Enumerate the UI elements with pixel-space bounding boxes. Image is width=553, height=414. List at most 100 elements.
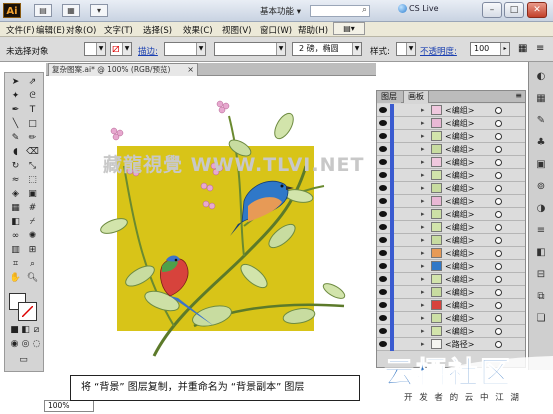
workspace-switcher[interactable]: 基本功能 ▾	[260, 5, 301, 17]
visibility-eye-icon[interactable]	[379, 328, 387, 334]
visibility-eye-icon[interactable]	[379, 185, 387, 191]
paintbrush-tool-icon[interactable]: ✎	[9, 133, 22, 144]
expand-triangle-icon[interactable]: ▸	[421, 327, 425, 335]
expand-triangle-icon[interactable]: ▸	[421, 262, 425, 270]
expand-triangle-icon[interactable]: ▸	[421, 197, 425, 205]
target-circle-icon[interactable]	[495, 315, 502, 322]
stroke-swatch[interactable]: ⧄ ▼	[110, 41, 132, 56]
visibility-eye-icon[interactable]	[379, 263, 387, 269]
pen-tool-icon[interactable]: ✒	[9, 105, 22, 116]
slice-tool-icon[interactable]: ⌗	[9, 259, 22, 270]
target-circle-icon[interactable]	[495, 263, 502, 270]
expand-triangle-icon[interactable]: ▸	[421, 275, 425, 283]
expand-triangle-icon[interactable]: ▸	[421, 171, 425, 179]
symbol-sprayer-tool-icon[interactable]: ✺	[26, 231, 39, 242]
visibility-eye-icon[interactable]	[379, 120, 387, 126]
brush-definition[interactable]: 2 磅，椭圆 ▼	[292, 42, 362, 56]
layer-row[interactable]: ▸ <编组>	[377, 208, 525, 221]
visibility-eye-icon[interactable]	[379, 133, 387, 139]
visibility-eye-icon[interactable]	[379, 211, 387, 217]
visibility-eye-icon[interactable]	[379, 315, 387, 321]
target-circle-icon[interactable]	[495, 224, 502, 231]
stroke-label[interactable]: 描边:	[138, 45, 158, 57]
shape-builder-tool-icon[interactable]: ◈	[9, 189, 22, 200]
fill-swatch[interactable]: ▼	[84, 42, 106, 56]
screen-mode-icon[interactable]: ▾	[90, 4, 108, 17]
draw-inside-icon[interactable]: ◌	[30, 339, 43, 350]
visibility-eye-icon[interactable]	[379, 276, 387, 282]
layer-row[interactable]: ▸ <编组>	[377, 182, 525, 195]
swatches-panel-icon[interactable]: ▦	[534, 92, 548, 106]
target-circle-icon[interactable]	[495, 133, 502, 140]
tab-layers[interactable]: 图层	[377, 91, 401, 103]
expand-triangle-icon[interactable]: ▸	[421, 132, 425, 140]
target-circle-icon[interactable]	[495, 328, 502, 335]
expand-triangle-icon[interactable]: ▸	[421, 249, 425, 257]
target-circle-icon[interactable]	[495, 159, 502, 166]
layer-row[interactable]: ▸ <编组>	[377, 130, 525, 143]
visibility-eye-icon[interactable]	[379, 107, 387, 113]
eyedropper-tool-icon[interactable]: ⌿	[26, 217, 39, 228]
layer-row[interactable]: ▸ <编组>	[377, 221, 525, 234]
warp-tool-icon[interactable]: ≈	[9, 175, 22, 186]
variable-width-profile[interactable]: ▼	[214, 42, 286, 56]
selection-tool-icon[interactable]: ➤	[9, 77, 22, 88]
target-circle-icon[interactable]	[495, 276, 502, 283]
expand-triangle-icon[interactable]: ▸	[421, 158, 425, 166]
magnify-tool-icon[interactable]: 🔍︎	[26, 273, 39, 284]
menu-view[interactable]: 视图(V)	[222, 24, 251, 36]
layer-row[interactable]: ▸ <编组>	[377, 234, 525, 247]
graphic-style-swatch[interactable]: ▼	[396, 42, 416, 56]
artboard-tool-icon[interactable]: ⊞	[26, 245, 39, 256]
document-tab[interactable]: 复杂图案.ai* @ 100% (RGB/预览) ×	[48, 63, 198, 76]
visibility-eye-icon[interactable]	[379, 198, 387, 204]
rotate-tool-icon[interactable]: ↻	[9, 161, 22, 172]
opacity-field[interactable]: 100 ▸	[470, 42, 510, 56]
menu-edit[interactable]: 编辑(E)	[36, 24, 65, 36]
layer-row[interactable]: ▸ <编组>	[377, 312, 525, 325]
zoom-field[interactable]: 100%	[44, 400, 94, 412]
menu-file[interactable]: 文件(F)	[6, 24, 35, 36]
expand-triangle-icon[interactable]: ▸	[421, 314, 425, 322]
visibility-eye-icon[interactable]	[379, 146, 387, 152]
scale-tool-icon[interactable]: ⤡	[26, 161, 39, 172]
target-circle-icon[interactable]	[495, 120, 502, 127]
stroke-weight-field[interactable]: ▼	[164, 42, 206, 56]
target-circle-icon[interactable]	[495, 237, 502, 244]
stroke-color-swatch[interactable]	[18, 302, 37, 321]
magic-wand-tool-icon[interactable]: ✦	[9, 91, 22, 102]
tab-artboards[interactable]: 画板	[403, 91, 429, 103]
document-setup-icon[interactable]: ▦	[518, 43, 527, 54]
color-panel-icon[interactable]: ◐	[534, 70, 548, 84]
cs-live-button[interactable]: CS Live	[398, 4, 439, 13]
close-tab-icon[interactable]: ×	[187, 64, 194, 75]
bridge-icon[interactable]: ▤	[34, 4, 52, 17]
expand-triangle-icon[interactable]: ▸	[421, 106, 425, 114]
graphic-styles-panel-icon[interactable]: ▣	[534, 158, 548, 172]
opacity-label[interactable]: 不透明度:	[420, 45, 457, 57]
document-canvas[interactable]: 藏龍視覺 WWW.TLVI.NET	[44, 76, 376, 398]
visibility-eye-icon[interactable]	[379, 159, 387, 165]
visibility-eye-icon[interactable]	[379, 172, 387, 178]
expand-triangle-icon[interactable]: ▸	[421, 223, 425, 231]
target-circle-icon[interactable]	[495, 185, 502, 192]
screen-mode-toggle-icon[interactable]: ▭	[17, 355, 30, 366]
menu-effect[interactable]: 效果(C)	[183, 24, 213, 36]
expand-triangle-icon[interactable]: ▸	[421, 236, 425, 244]
arrange-icon[interactable]: ≡	[536, 43, 544, 54]
layer-row[interactable]: ▸ <编组>	[377, 169, 525, 182]
layer-row[interactable]: ▸ <编组>	[377, 299, 525, 312]
free-transform-tool-icon[interactable]: ⬚	[26, 175, 39, 186]
expand-triangle-icon[interactable]: ▸	[421, 119, 425, 127]
live-paint-tool-icon[interactable]: ▣	[26, 189, 39, 200]
arrange-documents-icon[interactable]: ▦	[62, 4, 80, 17]
pathfinder-panel-icon[interactable]: ⧉	[534, 290, 548, 304]
search-field[interactable]: ⌕	[310, 5, 370, 17]
direct-selection-tool-icon[interactable]: ⇗	[26, 77, 39, 88]
appearance-panel-icon[interactable]: ⊚	[534, 180, 548, 194]
minimize-button[interactable]: –	[482, 2, 502, 18]
maximize-button[interactable]: □	[504, 2, 524, 18]
target-circle-icon[interactable]	[495, 198, 502, 205]
menu-select[interactable]: 选择(S)	[143, 24, 172, 36]
column-graph-tool-icon[interactable]: ▥	[9, 245, 22, 256]
